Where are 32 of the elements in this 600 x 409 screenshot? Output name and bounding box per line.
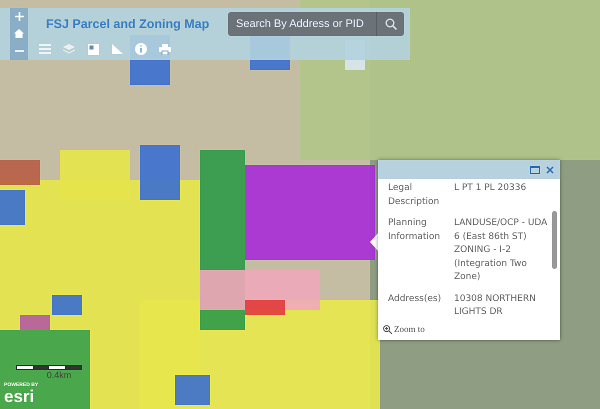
grid-square-icon: [88, 44, 98, 54]
home-icon: [14, 29, 24, 38]
search-button[interactable]: [376, 12, 404, 36]
map-title: FSJ Parcel and Zoning Map: [46, 17, 210, 31]
info-button[interactable]: [134, 42, 148, 56]
minus-icon: [14, 50, 24, 52]
scale-label: 0.4km: [46, 370, 72, 380]
list-icon: [39, 44, 51, 54]
list-button[interactable]: [38, 42, 52, 56]
layers-icon: [63, 44, 75, 54]
layers-button[interactable]: [62, 42, 76, 56]
zoom-in-magnifier-icon: [383, 324, 392, 334]
field-label: Legal Description: [388, 182, 440, 208]
close-icon[interactable]: [546, 166, 554, 174]
field-value: LANDUSE/OCP - UDA 6 (East 86th ST): [454, 217, 548, 244]
measure-button[interactable]: [110, 42, 124, 56]
ruler-triangle-icon: [112, 44, 122, 54]
field-value: ZONING - I-2 (Integration Two Zone): [454, 244, 528, 284]
printer-icon: [159, 44, 171, 54]
info-icon: [135, 43, 147, 55]
field-label: Address(es): [388, 292, 442, 306]
maximize-icon[interactable]: [530, 166, 540, 174]
field-value: 10308 NORTHERN LIGHTS DR: [454, 292, 537, 319]
field-label: Planning Information: [388, 217, 442, 244]
search-field[interactable]: Search By Address or PID: [228, 12, 376, 36]
search-icon: [384, 18, 396, 30]
zoom-to-link[interactable]: Zoom to: [378, 324, 560, 340]
plus-icon: [14, 12, 24, 21]
field-value: L PT 1 PL 20336: [454, 182, 528, 195]
scale-bar: [16, 365, 82, 370]
basemap-button[interactable]: [86, 42, 100, 56]
print-button[interactable]: [158, 42, 172, 56]
